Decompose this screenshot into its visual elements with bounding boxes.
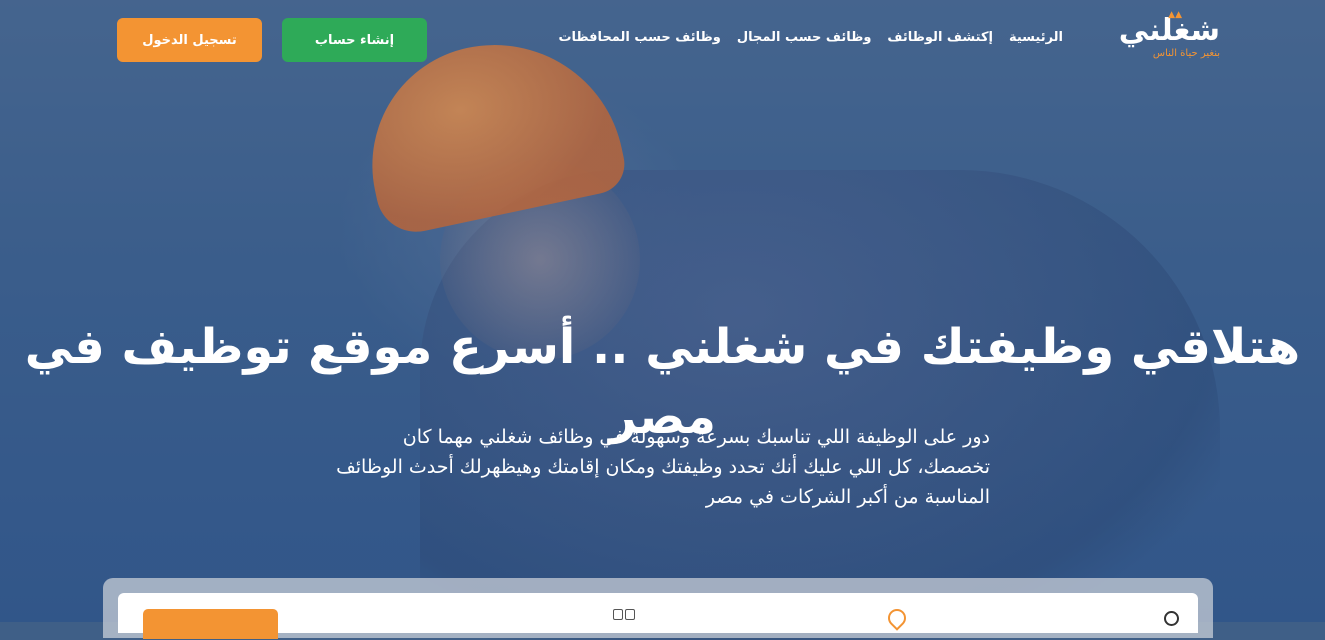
category-grid-icon <box>613 609 635 623</box>
login-button[interactable]: تسجيل الدخول <box>117 18 262 62</box>
search-submit-button[interactable] <box>143 609 278 639</box>
nav-item-jobs-by-field[interactable]: وظائف حسب المجال <box>737 30 872 45</box>
nav-item-discover-jobs[interactable]: إكتشف الوظائف <box>887 30 993 45</box>
crown-icon: ▲▲ <box>1168 10 1182 20</box>
nav-item-jobs-by-governorate[interactable]: وظائف حسب المحافظات <box>558 30 720 45</box>
logo-tagline: بنغير حياة الناس <box>1152 48 1220 59</box>
nav-item-home[interactable]: الرئيسية <box>1009 30 1063 45</box>
main-nav: الرئيسية إكتشف الوظائف وظائف حسب المجال … <box>558 30 1063 45</box>
search-icon <box>1164 611 1179 626</box>
job-search-form <box>118 593 1198 633</box>
site-header: ▲▲ شغلني بنغير حياة الناس الرئيسية إكتشف… <box>0 0 1325 80</box>
register-button[interactable]: إنشاء حساب <box>282 18 427 62</box>
hero-subtitle: دور على الوظيفة اللي تناسبك بسرعة وسهولة… <box>336 426 990 508</box>
site-logo[interactable]: ▲▲ شغلني بنغير حياة الناس <box>1119 10 1220 60</box>
